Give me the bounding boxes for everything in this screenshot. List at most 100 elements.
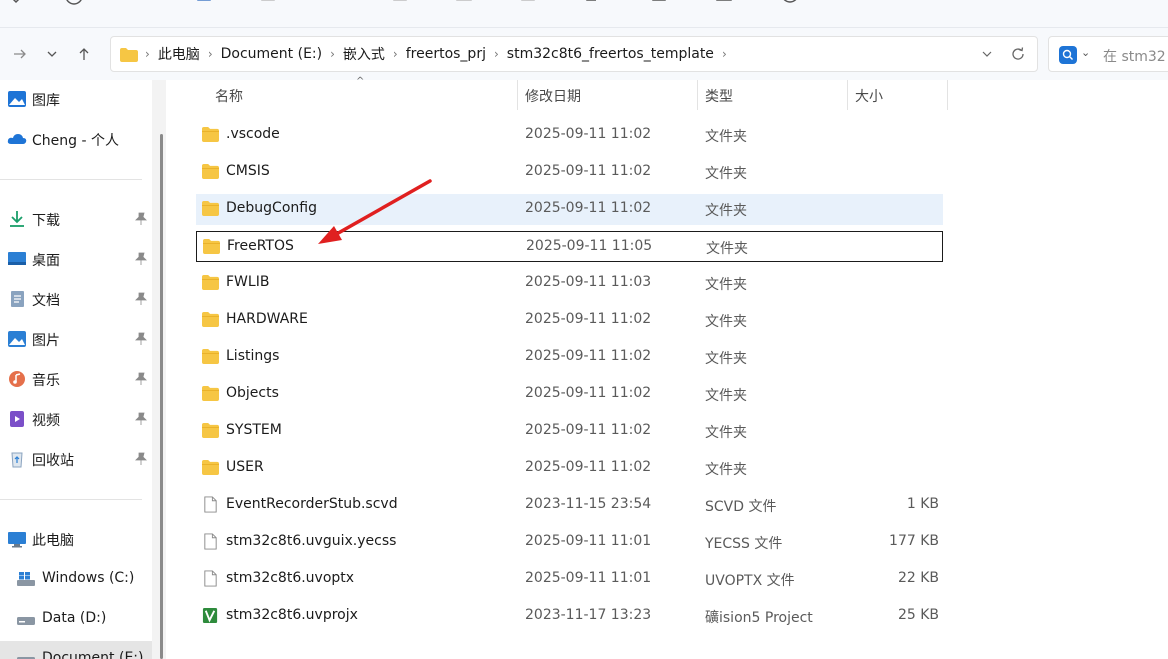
address-bar[interactable]: › 此电脑 › Document (E:) › 嵌入式 › freertos_p… [110, 36, 1038, 72]
view-icon[interactable] [650, 0, 670, 8]
folder-row[interactable]: .vscode 2025-09-11 11:02 文件夹 [196, 120, 943, 151]
breadcrumb-item[interactable]: Document (E:) [221, 46, 322, 62]
refresh-icon[interactable] [780, 0, 800, 8]
folder-icon [201, 385, 220, 402]
file-size: 177 KB [889, 533, 939, 549]
folder-row[interactable]: CMSIS 2025-09-11 11:02 文件夹 [196, 157, 943, 188]
sidebar-item-label: Document (E:) [42, 650, 144, 659]
delete-icon[interactable] [518, 0, 538, 8]
file-row[interactable]: stm32c8t6.uvprojx 2023-11-17 13:23 礦ision5… [196, 601, 943, 632]
file-type: YECSS 文件 [705, 536, 783, 552]
chevron-right-icon[interactable]: › [722, 47, 727, 61]
new-icon[interactable] [584, 0, 604, 8]
pin-icon[interactable] [134, 212, 148, 226]
pin-icon[interactable] [134, 372, 148, 386]
breadcrumb-item[interactable]: 嵌入式 [343, 44, 385, 64]
file-row[interactable]: stm32c8t6.uvguix.yecss 2025-09-11 11:01 YE… [196, 527, 943, 558]
command-bar [0, 0, 1168, 28]
sidebar-item-downloads[interactable]: 下载 [0, 201, 152, 237]
sidebar-item-documents[interactable]: 文档 [0, 281, 152, 317]
desktop-icon [8, 252, 26, 265]
sidebar-item-music[interactable]: 音乐 [0, 361, 152, 397]
folder-row[interactable]: Listings 2025-09-11 11:02 文件夹 [196, 342, 943, 373]
pin-icon[interactable] [134, 412, 148, 426]
paste-icon[interactable] [258, 0, 278, 8]
rename-icon[interactable] [390, 0, 410, 8]
chevron-down-icon [982, 51, 992, 57]
sidebar-scrollbar[interactable] [152, 80, 166, 659]
sidebar-item-drive-c[interactable]: Windows (C:) [0, 561, 152, 597]
folder-row[interactable]: HARDWARE 2025-09-11 11:02 文件夹 [196, 305, 943, 336]
column-name[interactable]: 名称 [207, 80, 517, 112]
file-row[interactable]: stm32c8t6.uvoptx 2025-09-11 11:01 UVOPTX 文… [196, 564, 943, 595]
column-type[interactable]: 类型 [697, 80, 847, 112]
file-name: DebugConfig [226, 200, 317, 216]
sidebar-item-gallery[interactable]: 图库 [0, 81, 152, 117]
sidebar-item-drive-e[interactable]: Document (E:) [0, 641, 152, 659]
recent-locations-button[interactable] [40, 42, 64, 66]
file-name: HARDWARE [226, 311, 308, 327]
search-box[interactable]: ⌄ 在 stm32 [1048, 36, 1168, 72]
sidebar-item-desktop[interactable]: 桌面 [0, 241, 152, 277]
refresh-icon[interactable] [1009, 45, 1027, 63]
chevron-icon[interactable] [6, 0, 26, 8]
folder-icon [201, 348, 220, 365]
folder-row[interactable]: USER 2025-09-11 11:02 文件夹 [196, 453, 943, 484]
file-type: 文件夹 [705, 129, 747, 145]
share-icon[interactable] [322, 0, 342, 8]
sidebar-item-onedrive[interactable]: Cheng - 个人 [0, 121, 152, 157]
file-date: 2025-09-11 11:05 [526, 238, 653, 254]
breadcrumb-item[interactable]: 此电脑 [158, 44, 200, 64]
up-button[interactable] [72, 42, 96, 66]
music-icon [9, 371, 25, 387]
file-type: 文件夹 [705, 166, 747, 182]
pictures-icon [8, 331, 26, 347]
column-size[interactable]: 大小 [847, 80, 947, 112]
arrow-right-icon [14, 49, 26, 59]
folder-row[interactable]: FWLIB 2025-09-11 11:03 文件夹 [196, 268, 943, 299]
circle-icon[interactable] [64, 0, 84, 8]
chevron-right-icon[interactable]: › [494, 47, 499, 61]
scrollbar-thumb[interactable] [160, 134, 163, 659]
folder-row[interactable]: DebugConfig 2025-09-11 11:02 文件夹 [196, 194, 943, 225]
pin-icon[interactable] [134, 292, 148, 306]
sidebar-item-label: 音乐 [32, 373, 60, 389]
folder-icon [201, 459, 220, 476]
menu-icon[interactable] [130, 0, 150, 8]
breadcrumb-item[interactable]: stm32c8t6_freertos_template [507, 46, 714, 62]
calendar-icon[interactable] [714, 0, 734, 8]
address-history-button[interactable] [979, 45, 995, 63]
pin-icon[interactable] [134, 252, 148, 266]
copy-icon[interactable] [194, 0, 214, 8]
chevron-right-icon[interactable]: › [208, 47, 213, 61]
crop-icon[interactable] [454, 0, 474, 8]
chevron-right-icon[interactable]: › [393, 47, 398, 61]
pin-icon[interactable] [134, 332, 148, 346]
file-list: ^ 名称 修改日期 类型 大小 .vscode 2025-09-11 11:02 文… [166, 76, 1168, 659]
recycle-bin-icon [11, 452, 23, 468]
chevron-right-icon[interactable]: › [330, 47, 335, 61]
file-name: USER [226, 459, 264, 475]
videos-icon [10, 411, 24, 427]
sidebar-item-drive-d[interactable]: Data (D:) [0, 601, 152, 637]
sidebar-item-recycle-bin[interactable]: 回收站 [0, 441, 152, 477]
folder-row[interactable]: Objects 2025-09-11 11:02 文件夹 [196, 379, 943, 410]
sidebar-item-pictures[interactable]: 图片 [0, 321, 152, 357]
column-date[interactable]: 修改日期 [517, 80, 697, 112]
folder-icon [201, 274, 220, 291]
file-date: 2025-09-11 11:02 [525, 385, 652, 401]
search-scope-chevron-icon[interactable]: ⌄ [1081, 46, 1090, 59]
chevron-right-icon[interactable]: › [145, 47, 150, 61]
sidebar-item-this-pc[interactable]: 此电脑 [0, 521, 152, 557]
sidebar-item-videos[interactable]: 视频 [0, 401, 152, 437]
column-divider[interactable] [947, 80, 948, 110]
search-icon[interactable] [1059, 46, 1077, 64]
folder-row[interactable]: SYSTEM 2025-09-11 11:02 文件夹 [196, 416, 943, 447]
file-row[interactable]: EventRecorderStub.scvd 2023-11-15 23:54 SC… [196, 490, 943, 521]
breadcrumb-item[interactable]: freertos_prj [406, 46, 486, 62]
file-name: CMSIS [226, 163, 270, 179]
file-size: 1 KB [906, 496, 939, 512]
pin-icon[interactable] [134, 452, 148, 466]
folder-row[interactable]: FreeRTOS 2025-09-11 11:05 文件夹 [196, 231, 943, 262]
forward-button[interactable] [8, 42, 32, 66]
